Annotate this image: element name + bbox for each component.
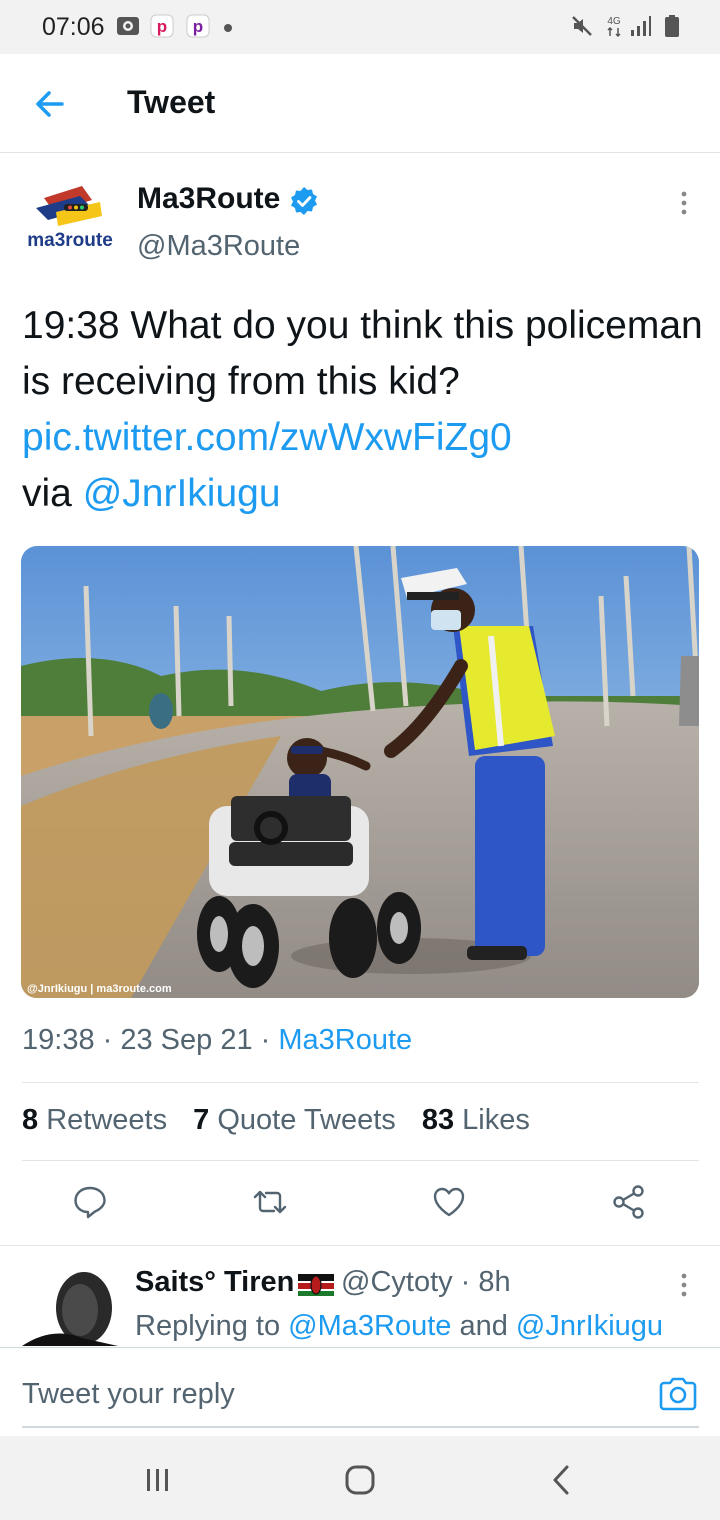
- compose-underline: [22, 1426, 699, 1428]
- mute-icon: [572, 16, 592, 36]
- verified-badge-icon: [291, 187, 317, 215]
- divider: [22, 1082, 699, 1083]
- camera-icon[interactable]: [658, 1376, 698, 1412]
- header-bar: Tweet: [0, 54, 720, 153]
- author-avatar[interactable]: ma3route: [22, 182, 118, 262]
- tweet-via: via: [22, 472, 83, 515]
- retweets-label: Retweets: [46, 1104, 168, 1136]
- replying-user-2[interactable]: @JnrIkiugu: [516, 1310, 663, 1342]
- reply-handle-time[interactable]: @Cytoty · 8h: [341, 1266, 511, 1299]
- like-icon[interactable]: [431, 1184, 467, 1220]
- back-nav-icon[interactable]: [544, 1462, 580, 1498]
- divider: [22, 1160, 699, 1161]
- reply-composer: Tweet your reply: [0, 1347, 720, 1436]
- logo-text: ma3route: [27, 230, 113, 251]
- tweet-timestamp: 19:38 · 23 Sep 21 · Ma3Route: [22, 1024, 412, 1057]
- quotes-stat[interactable]: 7 Quote Tweets: [193, 1104, 396, 1136]
- p-app-icon: p: [150, 14, 174, 38]
- tweet-link[interactable]: pic.twitter.com/zwWxwFiZg0: [22, 416, 512, 459]
- status-time: 07:06: [42, 13, 105, 41]
- recent-apps-icon[interactable]: [140, 1462, 176, 1498]
- timestamp-text: 19:38 · 23 Sep 21 ·: [22, 1024, 279, 1056]
- reply-more-options-icon[interactable]: [672, 1270, 696, 1300]
- quotes-label: Quote Tweets: [217, 1104, 396, 1136]
- replying-and: and: [451, 1310, 516, 1342]
- replying-prefix: Replying to: [135, 1310, 289, 1342]
- share-icon[interactable]: [611, 1184, 647, 1220]
- tweet-photo: @JnrIkiugu | ma3route.com: [21, 546, 699, 998]
- quotes-count: 7: [193, 1104, 210, 1136]
- replying-user-1[interactable]: @Ma3Route: [288, 1310, 451, 1342]
- tweet-stats: 8 Retweets 7 Quote Tweets 83 Likes: [22, 1104, 530, 1137]
- likes-label: Likes: [462, 1104, 530, 1136]
- author-name[interactable]: Ma3Route: [137, 182, 280, 216]
- tweet-source[interactable]: Ma3Route: [278, 1024, 412, 1056]
- svg-text:p: p: [157, 17, 167, 36]
- 4g-icon: 4G: [607, 16, 621, 38]
- reply-avatar[interactable]: [22, 1266, 118, 1346]
- status-bar: 07:06 p p 4G: [0, 0, 720, 54]
- page-title: Tweet: [127, 84, 216, 120]
- tweet-mention[interactable]: @JnrIkiugu: [83, 472, 281, 515]
- p-app-icon: p: [186, 14, 210, 38]
- replying-to: Replying to @Ma3Route and @JnrIkiugu: [135, 1310, 663, 1343]
- tweet-media[interactable]: @JnrIkiugu | ma3route.com: [21, 546, 699, 998]
- svg-text:4G: 4G: [607, 16, 621, 27]
- kenya-flag-icon: [298, 1274, 334, 1296]
- retweets-count: 8: [22, 1104, 39, 1136]
- signal-icon: [631, 16, 651, 36]
- divider: [0, 1245, 720, 1246]
- media-watermark: @JnrIkiugu | ma3route.com: [27, 983, 172, 995]
- svg-text:p: p: [193, 17, 203, 36]
- retweets-stat[interactable]: 8 Retweets: [22, 1104, 167, 1136]
- author-handle[interactable]: @Ma3Route: [137, 230, 300, 263]
- more-options-icon[interactable]: [672, 188, 696, 218]
- reply-icon[interactable]: [72, 1184, 108, 1220]
- battery-icon: [665, 15, 679, 37]
- tweet-body: 19:38 What do you think this policeman i…: [22, 304, 703, 403]
- system-nav-bar: [0, 1436, 720, 1520]
- likes-stat[interactable]: 83 Likes: [422, 1104, 530, 1136]
- dot-icon: [224, 24, 232, 32]
- likes-count: 83: [421, 1104, 455, 1136]
- home-icon[interactable]: [342, 1462, 378, 1498]
- reply-input[interactable]: Tweet your reply: [22, 1378, 235, 1411]
- arrow-left-icon[interactable]: [30, 84, 70, 124]
- reply-author-name[interactable]: Saits° Tiren: [135, 1266, 294, 1299]
- tweet-text: 19:38 What do you think this policeman i…: [22, 298, 712, 522]
- gallery-icon: [117, 17, 139, 35]
- retweet-icon[interactable]: [252, 1184, 288, 1220]
